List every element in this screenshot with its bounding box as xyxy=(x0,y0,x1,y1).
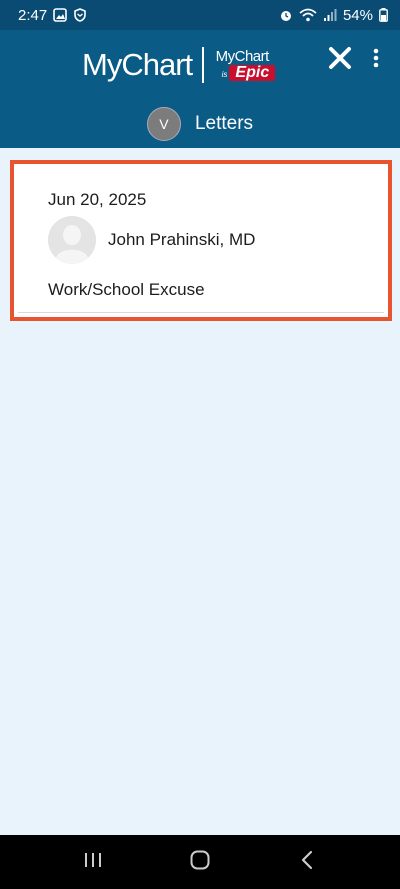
status-right: 54% xyxy=(279,7,388,24)
provider-row: John Prahinski, MD xyxy=(48,216,255,264)
close-icon xyxy=(328,46,352,75)
home-button[interactable] xyxy=(180,842,220,882)
brand-main: MyChart xyxy=(82,47,193,82)
page-title-bar: V Letters xyxy=(0,100,400,148)
home-icon xyxy=(189,849,211,876)
provider-name: John Prahinski, MD xyxy=(108,230,256,249)
page-title: Letters xyxy=(194,113,254,134)
image-icon xyxy=(53,8,68,22)
letter-date: Jun 20, 2025 xyxy=(48,190,147,209)
signal-icon xyxy=(323,8,337,22)
provider-avatar xyxy=(48,216,96,264)
recent-apps-button[interactable] xyxy=(73,842,113,882)
brand-sub: MyChart is Epic xyxy=(216,49,276,81)
more-vertical-icon xyxy=(373,48,379,73)
app-header: MyChart MyChart is Epic xyxy=(0,30,400,100)
person-icon xyxy=(48,216,96,264)
status-bar: 2:47 54% xyxy=(0,0,400,30)
wifi-icon xyxy=(299,8,317,22)
letters-content: Jun 20, 2025 John Prahinski, MD Work/Sch… xyxy=(0,148,400,835)
battery-icon xyxy=(379,8,388,22)
brand-sub-bottom: is Epic xyxy=(216,65,276,81)
brand-logo: MyChart MyChart is Epic xyxy=(82,42,276,88)
back-button[interactable] xyxy=(287,842,327,882)
battery-percent: 54% xyxy=(342,6,373,24)
letter-type: Work/School Excuse xyxy=(48,280,205,299)
letter-card-inner: Jun 20, 2025 John Prahinski, MD Work/Sch… xyxy=(18,168,384,313)
letter-card[interactable]: Jun 20, 2025 John Prahinski, MD Work/Sch… xyxy=(10,160,392,321)
brand-divider xyxy=(202,47,204,83)
status-left: 2:47 xyxy=(18,7,87,24)
back-icon xyxy=(299,850,315,875)
system-nav-bar xyxy=(0,835,400,889)
status-time: 2:47 xyxy=(18,6,48,24)
close-button[interactable] xyxy=(326,46,354,74)
brand-epic: Epic xyxy=(229,65,276,81)
brand-sub-top: MyChart xyxy=(215,48,270,65)
brand-is: is xyxy=(221,70,228,79)
recent-apps-icon xyxy=(83,850,103,875)
account-avatar[interactable]: V xyxy=(146,107,181,141)
avatar-initial: V xyxy=(159,116,169,132)
alarm-icon xyxy=(279,8,293,22)
more-options-button[interactable] xyxy=(366,46,386,74)
shield-icon xyxy=(73,8,87,22)
